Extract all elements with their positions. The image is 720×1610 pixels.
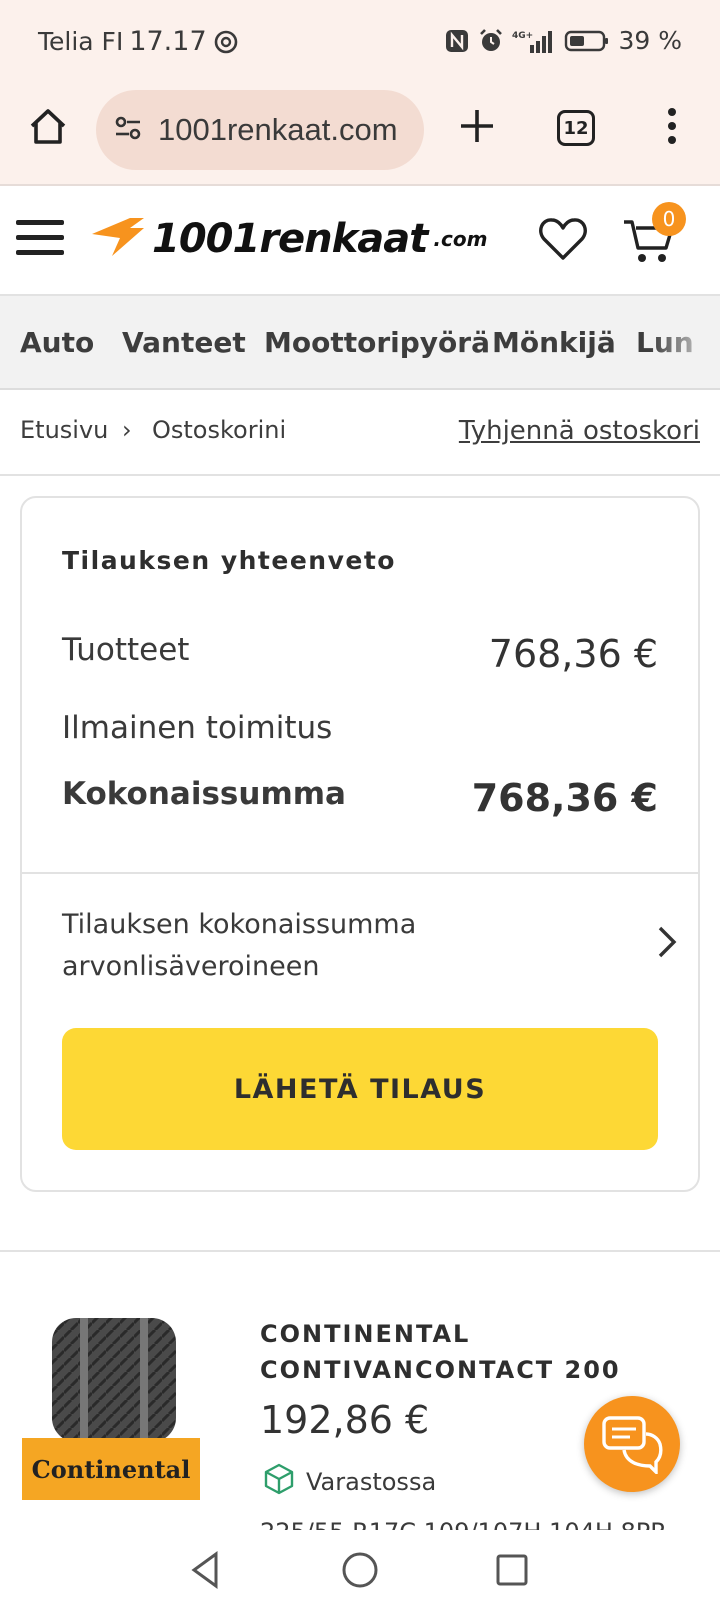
signal-icon: 4G+ xyxy=(512,28,556,54)
home-circle-icon[interactable] xyxy=(338,1548,382,1592)
status-right: 4G+ 39 % xyxy=(444,26,682,55)
logo-suffix: .com xyxy=(433,227,488,251)
url-text[interactable]: 1001renkaat.com xyxy=(158,112,398,148)
product-name-line-2: CONTIVANCONTACT 200 xyxy=(260,1356,621,1384)
stock-label: Varastossa xyxy=(306,1468,437,1496)
status-bar: Telia FI 17.17 4G+ 39 % xyxy=(0,0,720,82)
order-summary-card: Tilauksen yhteenveto Tuotteet 768,36 € I… xyxy=(20,496,700,1192)
browser-toolbar: 1001renkaat.com 12 xyxy=(0,82,720,186)
submit-order-button[interactable]: LÄHETÄ TILAUS xyxy=(62,1028,658,1150)
back-icon[interactable] xyxy=(184,1548,228,1592)
summary-title: Tilauksen yhteenveto xyxy=(62,546,396,575)
site-settings-icon[interactable] xyxy=(112,112,144,148)
scroll-fade xyxy=(650,296,720,388)
category-monkija[interactable]: Mönkijä xyxy=(492,326,616,359)
product-name[interactable]: CONTINENTAL CONTIVANCONTACT 200 xyxy=(260,1316,640,1388)
clear-cart-link[interactable]: Tyhjennä ostoskori xyxy=(459,416,700,446)
brand-logo-text: Continental xyxy=(32,1455,191,1484)
battery-icon xyxy=(564,28,610,54)
tab-switcher-button[interactable]: 12 xyxy=(557,110,595,146)
product-image[interactable]: Continental xyxy=(22,1316,202,1506)
category-nav: Auto Vanteet Moottoripyörä Mönkijä Lun xyxy=(0,296,720,390)
alarm-icon xyxy=(478,28,504,54)
category-vanteet[interactable]: Vanteet xyxy=(122,326,246,359)
breadcrumb-home[interactable]: Etusivu xyxy=(20,416,108,444)
address-bar[interactable]: 1001renkaat.com xyxy=(96,90,424,170)
logo-text: 1001renkaat xyxy=(152,216,428,262)
status-left: Telia FI 17.17 xyxy=(38,26,239,57)
category-moottoripyora[interactable]: Moottoripyörä xyxy=(264,326,490,359)
breadcrumb-chevron-icon: › xyxy=(122,416,132,444)
menu-icon[interactable] xyxy=(16,218,64,258)
product-name-line-1: CONTINENTAL xyxy=(260,1320,471,1348)
product-price: 192,86 € xyxy=(260,1398,430,1442)
recents-icon[interactable] xyxy=(490,1548,534,1592)
site-logo[interactable]: 1001renkaat .com xyxy=(90,214,487,264)
more-menu-icon[interactable] xyxy=(660,104,684,148)
vat-info-toggle[interactable]: Tilauksen kokonaissumma arvonlisäveroine… xyxy=(62,904,582,988)
threads-icon xyxy=(213,29,239,55)
shipping-label: Ilmainen toimitus xyxy=(62,710,333,746)
total-label: Kokonaissumma xyxy=(62,776,346,812)
product-divider xyxy=(0,1250,720,1252)
logo-mark-icon xyxy=(90,214,146,264)
vat-line-2: arvonlisäveroineen xyxy=(62,951,320,982)
home-icon[interactable] xyxy=(26,104,70,148)
chat-bubble-icon xyxy=(602,1416,663,1474)
battery-percent: 39 % xyxy=(618,26,682,55)
products-label: Tuotteet xyxy=(62,632,190,668)
nfc-icon xyxy=(444,28,470,54)
vat-line-1: Tilauksen kokonaissumma xyxy=(62,909,417,940)
breadcrumb-current: Ostoskorini xyxy=(152,416,287,444)
wishlist-heart-icon[interactable] xyxy=(538,216,588,262)
summary-divider xyxy=(22,872,698,874)
site-header: 1001renkaat .com 0 xyxy=(0,188,720,296)
stock-status: Varastossa xyxy=(262,1462,436,1502)
total-value: 768,36 € xyxy=(471,776,658,820)
products-value: 768,36 € xyxy=(488,632,658,676)
network-type: 4G+ xyxy=(512,31,533,41)
carrier-label: Telia FI xyxy=(38,27,124,56)
category-auto[interactable]: Auto xyxy=(20,326,94,359)
cart-count-badge: 0 xyxy=(652,202,686,236)
breadcrumb: Etusivu › Ostoskorini Tyhjennä ostoskori xyxy=(0,390,720,476)
system-nav-bar xyxy=(0,1530,720,1610)
clock: 17.17 xyxy=(129,26,207,57)
package-icon xyxy=(262,1462,296,1502)
chevron-right-icon[interactable] xyxy=(654,924,680,960)
chat-button[interactable] xyxy=(584,1396,680,1492)
new-tab-icon[interactable] xyxy=(455,104,499,148)
